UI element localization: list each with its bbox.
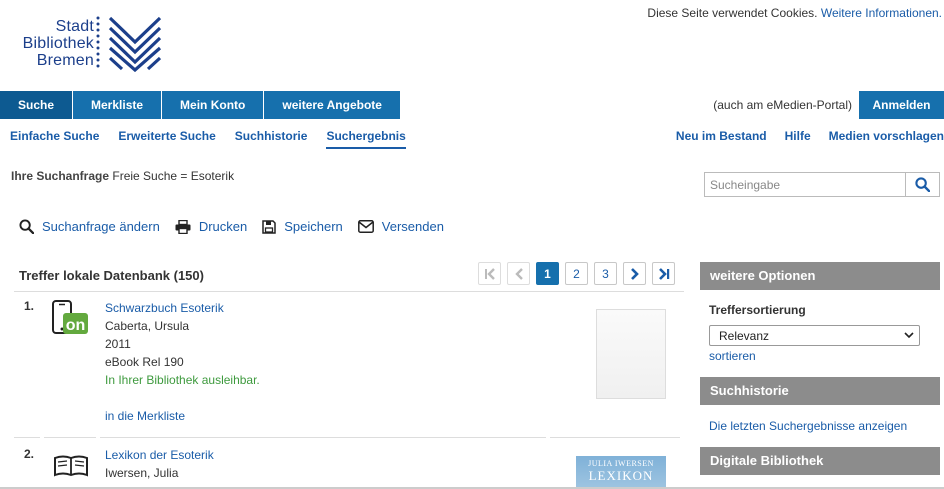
chevron-left-icon: [514, 267, 523, 280]
result-2-title-link[interactable]: Lexikon der Esoterik: [105, 448, 214, 462]
sort-label: Treffersortierung: [709, 303, 806, 317]
chevron-down-icon: [904, 332, 914, 339]
result-1-title-link[interactable]: Schwarzbuch Esoterik: [105, 301, 224, 315]
result-1-merkliste-link[interactable]: in die Merkliste: [105, 409, 185, 423]
search-button[interactable]: [905, 172, 940, 197]
search-box: [704, 172, 940, 197]
result-1-availability: In Ihrer Bibliothek ausleihbar.: [105, 373, 260, 387]
logo-dots-icon: [96, 16, 100, 68]
first-page-button[interactable]: [478, 262, 501, 285]
cookie-info-link[interactable]: Weitere Informationen.: [821, 6, 942, 20]
result-2-cover[interactable]: JULIA IWERSEN LEXIKON: [576, 456, 666, 489]
modify-query-label: Suchanfrage ändern: [42, 219, 160, 234]
result-2-number: 2.: [24, 447, 35, 461]
first-page-icon: [484, 267, 495, 280]
search-icon: [19, 219, 34, 234]
result-2-author: Iwersen, Julia: [105, 466, 179, 480]
sort-select[interactable]: Relevanz: [709, 325, 920, 346]
svg-text:on: on: [66, 317, 86, 334]
login-button[interactable]: Anmelden: [859, 91, 944, 119]
page-1-button[interactable]: 1: [536, 262, 559, 285]
send-label: Versenden: [381, 219, 444, 234]
query-label: Ihre Suchanfrage: [11, 169, 110, 183]
library-logo-text[interactable]: Stadt Bibliothek Bremen: [8, 18, 94, 69]
next-page-button[interactable]: [623, 262, 646, 285]
query-value: Freie Suche = Esoterik: [109, 169, 235, 183]
book-icon: [54, 455, 88, 477]
subnav-neu-im-bestand[interactable]: Neu im Bestand: [676, 129, 767, 147]
print-icon: [175, 219, 191, 234]
print-label: Drucken: [198, 219, 248, 234]
sub-navigation-right: Neu im Bestand Hilfe Medien vorschlagen: [658, 129, 944, 147]
envelope-icon: [357, 220, 374, 233]
last-page-button[interactable]: [652, 262, 675, 285]
cover-title-text: LEXIKON: [588, 468, 654, 483]
search-query: Ihre Suchanfrage Freie Suche = Esoterik: [11, 169, 234, 183]
result-1-number: 1.: [24, 299, 35, 313]
send-action[interactable]: Versenden: [357, 219, 444, 234]
save-action[interactable]: Speichern: [262, 219, 343, 234]
nav-suche[interactable]: Suche: [0, 91, 74, 119]
cover-author-text: JULIA IWERSEN: [588, 459, 654, 468]
chevron-right-icon: [630, 267, 639, 280]
cookie-notice: Diese Seite verwendet Cookies. Weitere I…: [647, 6, 942, 20]
nav-weitere-angebote[interactable]: weitere Angebote: [264, 91, 401, 119]
results-divider: [14, 291, 684, 292]
history-results-link[interactable]: Die letzten Suchergebnisse anzeigen: [709, 419, 907, 433]
emedien-note: (auch am eMedien-Portal): [713, 98, 852, 112]
print-action[interactable]: Drucken: [175, 219, 247, 234]
ebook-onleihe-icon: on: [52, 300, 88, 334]
sidebar-history-header: Suchhistorie: [700, 377, 940, 405]
sort-link[interactable]: sortieren: [709, 349, 756, 363]
result-actions: Suchanfrage ändern Drucken Speichern Ver…: [19, 219, 459, 234]
search-icon: [915, 177, 930, 192]
result-1-year: 2011: [105, 337, 131, 351]
previous-page-button[interactable]: [507, 262, 530, 285]
subnav-hilfe[interactable]: Hilfe: [785, 129, 811, 147]
main-navigation: Suche Merkliste Mein Konto weitere Angeb…: [0, 91, 401, 119]
modify-query-action[interactable]: Suchanfrage ändern: [19, 219, 160, 234]
result-1-format: eBook Rel 190: [105, 355, 184, 369]
subnav-suchhistorie[interactable]: Suchhistorie: [235, 129, 308, 149]
results-title: Treffer lokale Datenbank (150): [19, 268, 204, 283]
subnav-erweiterte-suche[interactable]: Erweiterte Suche: [118, 129, 215, 149]
nav-mein-konto[interactable]: Mein Konto: [162, 91, 265, 119]
nav-merkliste[interactable]: Merkliste: [73, 91, 163, 119]
save-icon: [262, 219, 276, 234]
logo-line-bibliothek: Bibliothek: [22, 35, 94, 52]
page-2-button[interactable]: 2: [565, 262, 588, 285]
result-separator: [14, 437, 684, 439]
page-3-button[interactable]: 3: [594, 262, 617, 285]
result-1-author: Caberta, Ursula: [105, 319, 190, 333]
search-input[interactable]: [704, 172, 905, 197]
sort-select-value: Relevanz: [719, 328, 770, 343]
save-label: Speichern: [284, 219, 343, 234]
sidebar-options-header: weitere Optionen: [700, 262, 940, 290]
pagination: 1 2 3: [478, 262, 675, 285]
logo-line-stadt: Stadt: [55, 18, 94, 35]
result-1-cover[interactable]: [596, 309, 666, 399]
subnav-suchergebnis[interactable]: Suchergebnis: [326, 129, 406, 149]
logo-line-bremen: Bremen: [36, 52, 94, 69]
sidebar-digital-library-header[interactable]: Digitale Bibliothek: [700, 447, 940, 475]
cookie-text: Diese Seite verwendet Cookies.: [647, 6, 821, 20]
subnav-einfache-suche[interactable]: Einfache Suche: [10, 129, 99, 149]
open-book-logo-icon[interactable]: [108, 14, 162, 72]
last-page-icon: [658, 267, 669, 280]
sub-navigation: Einfache Suche Erweiterte Suche Suchhist…: [10, 129, 425, 149]
subnav-medien-vorschlagen[interactable]: Medien vorschlagen: [829, 129, 944, 147]
